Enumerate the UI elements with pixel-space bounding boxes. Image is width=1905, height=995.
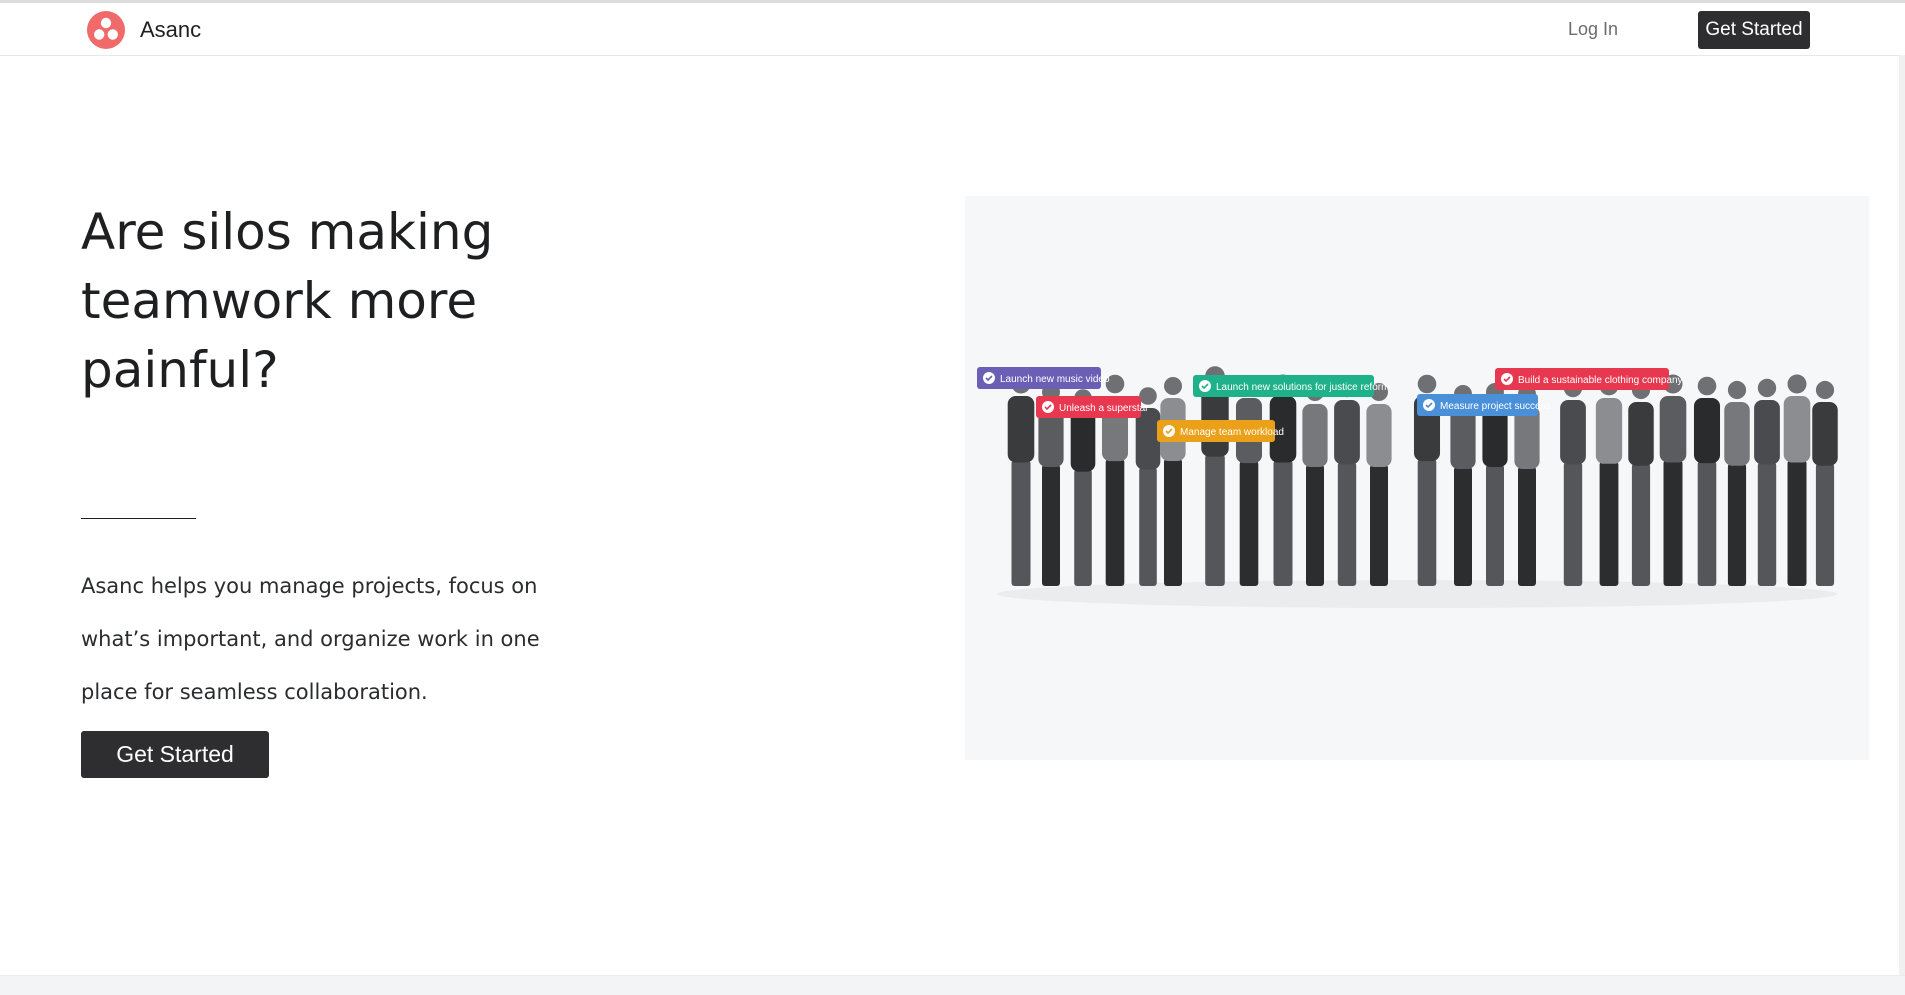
- top-navbar: Asanc Log In Get Started: [0, 3, 1905, 56]
- project-tag-label: Measure project success: [1417, 394, 1551, 416]
- nav-get-started-button[interactable]: Get Started: [1698, 11, 1810, 49]
- hero-divider: [81, 518, 196, 519]
- svg-text:Launch new solutions for justi: Launch new solutions for justice reform: [1216, 382, 1389, 393]
- scrollbar-track[interactable]: [1899, 55, 1905, 975]
- team-member-figure: [1007, 374, 1035, 586]
- team-member-figure: [1560, 378, 1586, 586]
- project-tag-label: Launch new music video: [977, 367, 1110, 389]
- asanc-logo-icon[interactable]: [87, 11, 125, 49]
- hero-headline: Are silos making teamwork more painful?: [81, 203, 494, 399]
- brand-name[interactable]: Asanc: [140, 17, 201, 43]
- page-bottom-strip: [0, 975, 1905, 995]
- project-tag-label: Build a sustainable clothing company: [1495, 368, 1683, 390]
- team-member-figure: [1693, 376, 1721, 586]
- hero-description: Asanc helps you manage projects, focus o…: [81, 574, 540, 704]
- team-member-figure: [1235, 376, 1263, 586]
- hero-get-started-button[interactable]: Get Started: [81, 731, 269, 778]
- team-member-figure: [1160, 377, 1186, 586]
- svg-text:Measure project success: Measure project success: [1440, 401, 1551, 412]
- team-member-figure: [1201, 366, 1229, 586]
- project-tag-label: Launch new solutions for justice reform: [1193, 375, 1389, 397]
- svg-text:Build a sustainable clothing c: Build a sustainable clothing company: [1518, 375, 1683, 386]
- team-member-figure: [1070, 389, 1096, 586]
- team-member-figure: [1302, 383, 1328, 586]
- project-tag-label: Unleash a superstar: [1036, 396, 1149, 418]
- team-member-figure: [1724, 380, 1750, 586]
- team-member-figure: [1366, 383, 1392, 586]
- svg-text:Launch new music video: Launch new music video: [1000, 374, 1110, 385]
- team-member-figure: [1783, 374, 1811, 586]
- team-member-figure: [1754, 378, 1780, 586]
- team-member-figure: [1595, 376, 1623, 586]
- project-tag-label: Manage team workload: [1157, 420, 1284, 442]
- svg-text:Unleash a superstar: Unleash a superstar: [1059, 403, 1149, 414]
- team-member-figure: [1812, 380, 1838, 586]
- team-member-figure: [1269, 374, 1297, 586]
- team-photo: Launch new music video Unleash a supersta…: [965, 196, 1869, 760]
- team-member-figure: [1659, 374, 1687, 586]
- team-photo-illustration: Launch new music video Unleash a supersta…: [977, 366, 1838, 608]
- login-link[interactable]: Log In: [1568, 19, 1618, 40]
- team-member-figure: [1628, 380, 1654, 586]
- team-member-figure: [1334, 378, 1360, 586]
- svg-text:Manage team workload: Manage team workload: [1180, 427, 1284, 438]
